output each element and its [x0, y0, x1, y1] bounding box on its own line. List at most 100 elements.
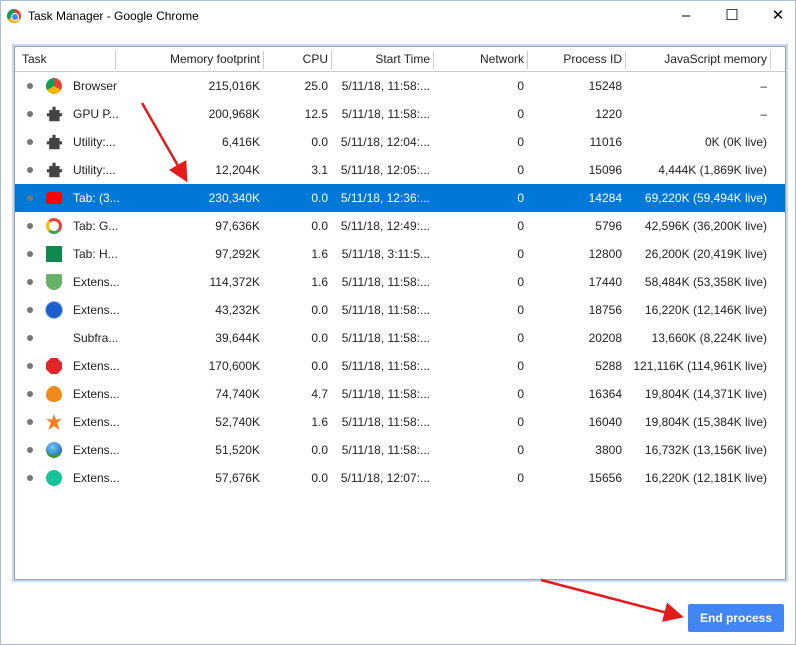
maximize-button[interactable]: ☐: [709, 1, 755, 31]
cell-cpu: 0.0: [311, 135, 328, 149]
cell-start-time: 5/11/18, 11:58:...: [341, 387, 430, 401]
cell-process-id: 5288: [595, 359, 622, 373]
grammarly-icon: [46, 470, 62, 486]
cell-cpu: 25.0: [304, 79, 328, 93]
cell-process-id: 12800: [588, 247, 622, 261]
cell-process-id: 15096: [588, 163, 622, 177]
arrow-to-end-process: [540, 578, 684, 622]
column-header-network[interactable]: Network: [430, 47, 524, 72]
cell-process-id: 16364: [588, 387, 622, 401]
cell-memory-footprint: 215,016K: [208, 79, 260, 93]
cell-javascript-memory: 16,220K (12,146K live): [644, 303, 767, 317]
chrome-icon: [7, 9, 21, 23]
cell-memory-footprint: 6,416K: [221, 135, 260, 149]
avast-icon: [46, 414, 62, 430]
column-divider[interactable]: [770, 51, 771, 69]
column-divider[interactable]: [115, 51, 116, 69]
fire-icon: [46, 386, 62, 402]
wn-icon: [46, 246, 62, 262]
cell-cpu: 0.0: [311, 359, 328, 373]
cell-cpu: 0.0: [311, 303, 328, 317]
cell-task: Extens...: [73, 443, 119, 457]
column-header-javascript-memory[interactable]: JavaScript memory: [622, 47, 767, 72]
column-header-memory-footprint[interactable]: Memory footprint: [119, 47, 260, 72]
end-process-button[interactable]: End process: [688, 604, 784, 632]
column-header-process-id[interactable]: Process ID: [525, 47, 622, 72]
cell-cpu: 12.5: [304, 107, 328, 121]
cell-network: 0: [517, 303, 524, 317]
table-row[interactable]: Tab: G... 97,636K 0.0 5/11/18, 12:49:... 0 57…: [15, 212, 785, 240]
cell-process-id: 15248: [588, 79, 622, 93]
cell-task: Browser: [73, 79, 118, 93]
cell-memory-footprint: 52,740K: [215, 415, 260, 429]
cell-javascript-memory: 19,804K (15,384K live): [644, 415, 767, 429]
cell-start-time: 5/11/18, 11:58:...: [341, 275, 430, 289]
column-header-task[interactable]: Task: [22, 47, 117, 72]
cell-javascript-memory: 42,596K (36,200K live): [644, 219, 767, 233]
status-dot: [27, 111, 33, 117]
cell-process-id: 20208: [588, 331, 622, 345]
table-row[interactable]: Utility:... 12,204K 3.1 5/11/18, 12:05:... 0…: [15, 156, 785, 184]
cell-javascript-memory: 0K (0K live): [704, 135, 767, 149]
table-row[interactable]: Browser 215,016K 25.0 5/11/18, 11:58:... 0 15…: [15, 72, 785, 100]
table-row[interactable]: Subfra... 39,644K 0.0 5/11/18, 11:58:... 0 20…: [15, 324, 785, 352]
table-row[interactable]: Tab: (3... 230,340K 0.0 5/11/18, 12:36:... 0…: [15, 184, 785, 212]
table-row[interactable]: Extens... 51,520K 0.0 5/11/18, 11:58:... 0 38…: [15, 436, 785, 464]
cell-cpu: 0.0: [311, 219, 328, 233]
status-dot: [27, 279, 33, 285]
column-header-start-time[interactable]: Start Time: [330, 47, 430, 72]
table-row[interactable]: Extens... 43,232K 0.0 5/11/18, 11:58:... 0 18…: [15, 296, 785, 324]
table-row[interactable]: Extens... 57,676K 0.0 5/11/18, 12:07:... 0 15…: [15, 464, 785, 492]
table-row[interactable]: Extens... 52,740K 1.6 5/11/18, 11:58:... 0 16…: [15, 408, 785, 436]
cell-task: Tab: G...: [73, 219, 119, 233]
table-row[interactable]: Utility:... 6,416K 0.0 5/11/18, 12:04:... 0 1…: [15, 128, 785, 156]
status-dot: [27, 475, 33, 481]
cell-cpu: 4.7: [311, 387, 328, 401]
title-bar: Task Manager - Google Chrome – ☐ ✕: [1, 1, 796, 31]
table-row[interactable]: Extens... 74,740K 4.7 5/11/18, 11:58:... 0 16…: [15, 380, 785, 408]
cell-cpu: 3.1: [311, 163, 328, 177]
shield-icon: [46, 274, 62, 290]
cell-task: Subfra...: [73, 331, 119, 345]
cell-network: 0: [517, 135, 524, 149]
cell-memory-footprint: 200,968K: [208, 107, 260, 121]
cell-cpu: 0.0: [311, 443, 328, 457]
cell-cpu: 0.0: [311, 471, 328, 485]
cell-start-time: 5/11/18, 12:05:...: [340, 163, 430, 177]
cell-start-time: 5/11/18, 11:58:...: [341, 331, 430, 345]
cell-task: Tab: (3...: [73, 191, 119, 205]
cell-network: 0: [517, 79, 524, 93]
status-dot: [27, 195, 33, 201]
table-row[interactable]: Tab: H... 97,292K 1.6 5/11/18, 3:11:5... 0 12…: [15, 240, 785, 268]
cell-memory-footprint: 74,740K: [215, 387, 260, 401]
column-header-cpu[interactable]: CPU: [260, 47, 328, 72]
cell-start-time: 5/11/18, 11:58:...: [341, 415, 430, 429]
cell-cpu: 1.6: [311, 247, 328, 261]
status-dot: [27, 335, 33, 341]
minimize-button[interactable]: –: [663, 1, 709, 31]
cell-task: Extens...: [73, 303, 119, 317]
cell-network: 0: [517, 163, 524, 177]
cell-memory-footprint: 114,372K: [209, 275, 261, 289]
cell-task: Utility:...: [73, 135, 116, 149]
cell-network: 0: [517, 415, 524, 429]
cell-start-time: 5/11/18, 3:11:5...: [341, 247, 430, 261]
cell-process-id: 5796: [595, 219, 622, 233]
cell-network: 0: [517, 107, 524, 121]
cell-process-id: 16040: [588, 415, 622, 429]
cell-task: Extens...: [73, 471, 119, 485]
cell-memory-footprint: 43,232K: [215, 303, 260, 317]
status-dot: [27, 391, 33, 397]
table-row[interactable]: GPU P... 200,968K 12.5 5/11/18, 11:58:... 0 1…: [15, 100, 785, 128]
status-dot: [27, 251, 33, 257]
table-row[interactable]: Extens... 114,372K 1.6 5/11/18, 11:58:... 0 1…: [15, 268, 785, 296]
cell-task: Extens...: [73, 359, 119, 373]
table-row[interactable]: Extens... 170,600K 0.0 5/11/18, 11:58:... 0 5…: [15, 352, 785, 380]
process-table: Task Memory footprint CPU Start Time Network…: [14, 46, 786, 580]
cell-network: 0: [517, 275, 524, 289]
close-button[interactable]: ✕: [755, 1, 796, 31]
cell-network: 0: [517, 471, 524, 485]
cell-cpu: 0.0: [311, 191, 328, 205]
cell-network: 0: [517, 443, 524, 457]
cell-process-id: 3800: [595, 443, 622, 457]
